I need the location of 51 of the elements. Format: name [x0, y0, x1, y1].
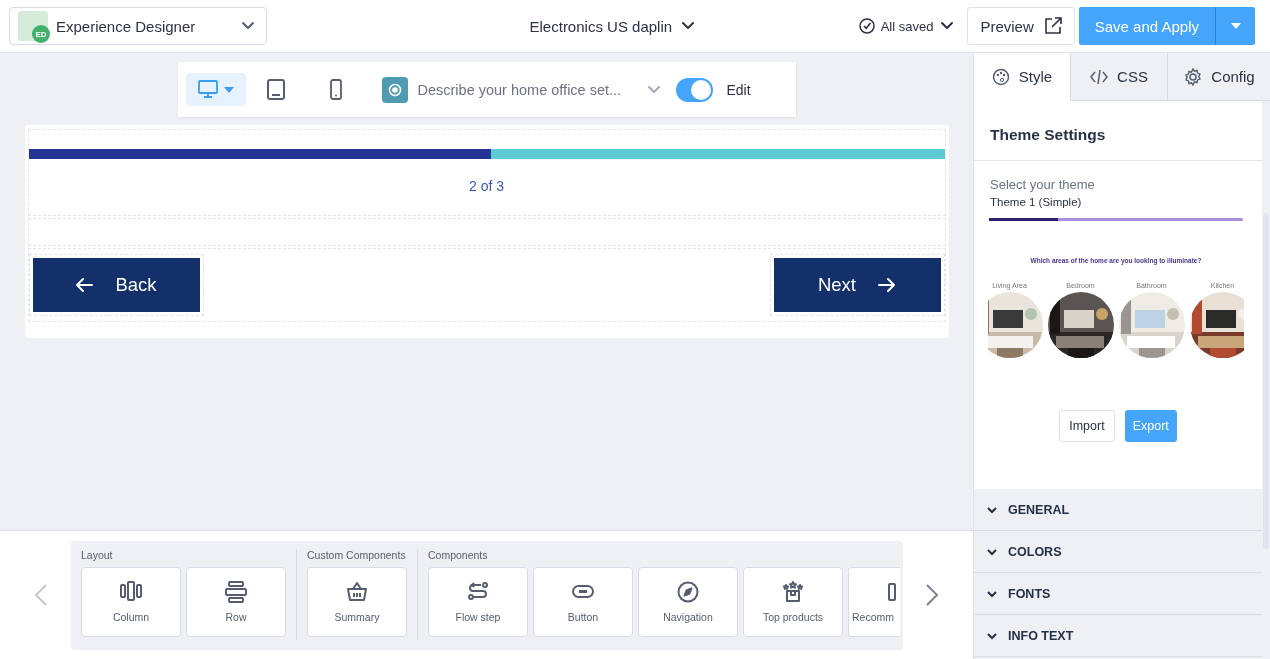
component-tile[interactable]: Navigation	[638, 566, 738, 637]
caret-down-icon	[223, 86, 234, 93]
chevron-left-icon[interactable]	[34, 583, 48, 607]
import-button[interactable]: Import	[1059, 410, 1115, 442]
external-link-icon	[1043, 17, 1062, 35]
arrow-left-icon	[75, 277, 94, 293]
panel-heading: Theme Settings	[989, 125, 1107, 145]
component-tile[interactable]: Button	[533, 566, 633, 637]
compass-icon	[677, 580, 699, 603]
panel-tab[interactable]: Style	[974, 53, 1071, 101]
component-tile[interactable]: Summary	[307, 566, 407, 637]
edit-label: Edit	[726, 81, 751, 98]
caret-down-icon	[1230, 23, 1241, 29]
chevron-right-icon[interactable]	[925, 583, 939, 607]
app-badge: ED	[32, 25, 50, 43]
app-name: Experience Designer	[56, 17, 197, 35]
desktop-icon	[197, 79, 218, 100]
edit-toggle[interactable]	[675, 77, 713, 102]
palette-icon	[991, 67, 1010, 86]
theme-name[interactable]: Theme 1 (Simple)	[990, 196, 1246, 208]
settings-icon	[1184, 67, 1203, 86]
save-status: All saved	[880, 18, 934, 34]
component-tile[interactable]: Top products	[743, 566, 843, 637]
tablet-icon	[265, 79, 286, 100]
device-desktop-button[interactable]	[185, 73, 246, 106]
component-tile[interactable]: Row	[186, 566, 286, 637]
panel-tab[interactable]: CSS	[1071, 53, 1168, 101]
group-title: Components	[428, 548, 489, 561]
columns-icon	[120, 580, 142, 603]
component-tile[interactable]: Column	[81, 566, 181, 637]
step-counter: 2 of 3	[469, 178, 504, 194]
theme-label: Select your theme	[990, 177, 1096, 192]
component-tile[interactable]: Flow step	[428, 566, 528, 637]
arrow-right-icon	[878, 277, 896, 293]
app-selector[interactable]: ED Experience Designer	[9, 7, 267, 45]
code-icon	[1090, 67, 1109, 86]
project-name[interactable]: Electronics US daplin	[529, 17, 673, 35]
box-stars-icon	[782, 580, 804, 603]
check-circle-icon	[858, 18, 875, 34]
component-icon	[888, 580, 896, 603]
basket-icon	[346, 580, 368, 603]
question-type-icon	[381, 76, 408, 103]
component-tile[interactable]: Recomm	[848, 566, 900, 637]
rows-icon	[225, 580, 247, 603]
preview-button[interactable]: Preview	[967, 7, 1075, 45]
question-selector[interactable]: Describe your home office set...	[381, 76, 662, 103]
route-icon	[467, 580, 489, 603]
save-options-button[interactable]	[1215, 7, 1255, 45]
scrollbar-thumb[interactable]	[1263, 213, 1269, 549]
group-title: Custom Components	[307, 548, 407, 561]
group-title: Layout	[81, 548, 114, 561]
